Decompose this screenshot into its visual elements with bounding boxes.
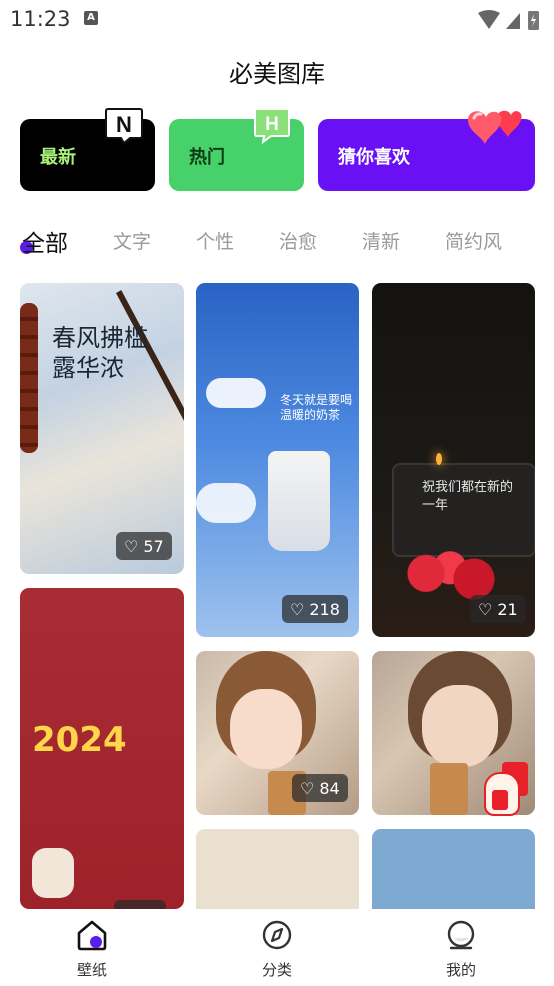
status-icons	[478, 10, 539, 30]
brush-image	[116, 290, 184, 488]
category-label: 热门	[189, 147, 225, 168]
cloud-image	[206, 378, 266, 408]
wallpaper-tile-girl[interactable]: ♡ 84	[196, 651, 359, 815]
wallpaper-tile-cake[interactable]: 祝我们都在新的一年 ♡ 21	[372, 283, 535, 637]
home-icon	[77, 920, 107, 951]
like-counter: ♡ 57	[116, 532, 172, 560]
status-time: 11:23	[10, 7, 71, 31]
wifi-icon	[478, 10, 500, 29]
bottom-navigation: 壁纸 分类 我的	[0, 909, 554, 986]
like-count: 84	[319, 778, 340, 798]
signal-icon	[506, 13, 520, 29]
svg-text:N: N	[116, 112, 132, 137]
tab-healing[interactable]: 治愈	[279, 227, 317, 254]
nav-profile[interactable]: 我的	[421, 919, 501, 980]
drink-image	[430, 763, 468, 815]
wallpaper-tile-blue[interactable]	[372, 829, 535, 909]
nav-category[interactable]: 分类	[237, 919, 317, 980]
bead-decoration	[20, 303, 38, 453]
nav-label: 壁纸	[76, 961, 107, 979]
nav-label: 分类	[261, 961, 292, 979]
category-label: 猜你喜欢	[338, 147, 410, 168]
character-face	[230, 689, 302, 769]
like-count: 21	[497, 599, 518, 619]
compass-icon	[262, 920, 292, 950]
like-count: 57	[143, 536, 164, 556]
mascot-image	[32, 848, 74, 898]
wallpaper-tile-new-year[interactable]: 2024	[20, 588, 184, 909]
heart-badge-icon	[468, 110, 522, 144]
status-bar: 11:23 A	[0, 0, 554, 38]
svg-text:H: H	[265, 114, 279, 135]
heart-outline-icon: ♡	[124, 536, 139, 556]
notification-icon: A	[84, 11, 98, 25]
like-count: 218	[309, 599, 340, 619]
character-face	[422, 685, 498, 767]
like-counter: ♡ 84	[292, 774, 348, 802]
sky-caption: 冬天就是要喝温暖的奶茶	[280, 393, 353, 422]
tab-all[interactable]: 全部	[22, 224, 68, 258]
tab-minimal[interactable]: 简约风	[445, 227, 502, 254]
wallpaper-tile-beige[interactable]	[196, 829, 359, 909]
like-counter: ♡ 218	[282, 595, 348, 623]
floating-red-packet-icon[interactable]	[484, 762, 530, 826]
calligraphy-text: 春风拂槛露华浓	[52, 324, 148, 382]
like-counter: ♡ 21	[470, 595, 526, 623]
heart-outline-icon: ♡	[290, 599, 305, 619]
heart-outline-icon: ♡	[300, 778, 315, 798]
year-text: 2024	[32, 720, 127, 760]
cake-caption: 祝我们都在新的一年	[422, 480, 514, 513]
tab-fresh[interactable]: 清新	[362, 227, 400, 254]
tab-personality[interactable]: 个性	[196, 227, 234, 254]
hot-badge-icon: H	[254, 108, 290, 144]
app-title: 必美图库	[229, 60, 325, 88]
candle-flame	[436, 453, 442, 465]
profile-icon	[447, 920, 475, 950]
wallpaper-tile-calligraphy[interactable]: 春风拂槛露华浓 ♡ 57	[20, 283, 184, 574]
new-badge-icon: N	[105, 108, 143, 144]
nav-wallpaper[interactable]: 壁纸	[52, 919, 132, 980]
like-counter	[114, 900, 166, 909]
tab-text[interactable]: 文字	[113, 227, 151, 254]
heart-outline-icon: ♡	[478, 599, 493, 619]
nav-label: 我的	[445, 961, 476, 979]
wallpaper-tile-sky[interactable]: 冬天就是要喝温暖的奶茶 ♡ 218	[196, 283, 359, 637]
cup-image	[268, 451, 330, 551]
category-label: 最新	[40, 147, 76, 168]
